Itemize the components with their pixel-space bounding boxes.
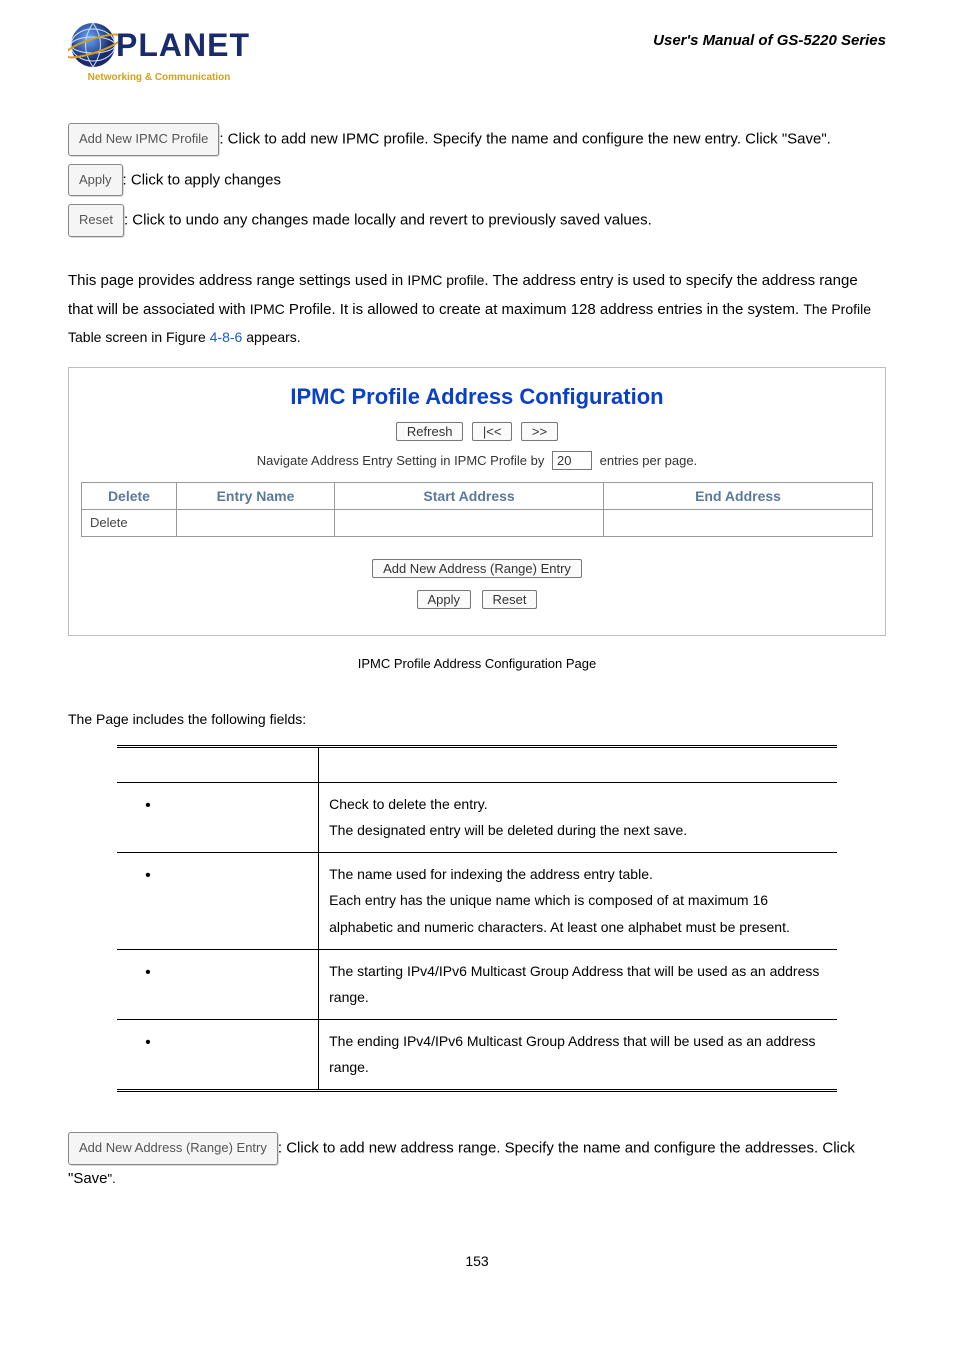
table-header-row: Delete Entry Name Start Address End Addr… — [82, 482, 873, 509]
figure-caption: IPMC Profile Address Configuration Page — [68, 656, 886, 671]
next-page-button[interactable]: >> — [521, 422, 558, 441]
first-page-button[interactable]: |<< — [472, 422, 513, 441]
intro-text: This page provides address range setting… — [68, 272, 407, 289]
bullet-icon — [145, 1034, 169, 1050]
brand-tagline: Networking & Communication — [88, 72, 231, 83]
panel-title: IPMC Profile Address Configuration — [81, 384, 873, 410]
panel-reset-button[interactable]: Reset — [482, 590, 538, 609]
field-desc: The starting IPv4/IPv6 Multicast Group A… — [319, 949, 837, 1019]
col-entry-name: Entry Name — [176, 482, 334, 509]
intro-text: IPMC — [250, 301, 285, 317]
apply-button[interactable]: Apply — [68, 164, 123, 197]
field-row-end-address: The ending IPv4/IPv6 Multicast Group Add… — [117, 1019, 837, 1090]
field-desc: The ending IPv4/IPv6 Multicast Group Add… — [319, 1019, 837, 1090]
intro-text: appears. — [242, 329, 300, 345]
add-range-desc: ". — [108, 1171, 116, 1186]
field-row-entry-name: The name used for indexing the address e… — [117, 852, 837, 949]
address-table: Delete Entry Name Start Address End Addr… — [81, 482, 873, 537]
bottom-button-row: Add New Address (Range) Entry: Click to … — [68, 1132, 886, 1193]
manual-title: User's Manual of GS-5220 Series — [653, 32, 886, 49]
cell-delete[interactable]: Delete — [82, 509, 177, 536]
intro-text: IPMC profile — [407, 272, 484, 288]
add-ipmc-profile-button[interactable]: Add New IPMC Profile — [68, 123, 219, 156]
refresh-button[interactable]: Refresh — [396, 422, 464, 441]
reset-button[interactable]: Reset — [68, 204, 124, 237]
panel-controls: Refresh |<< >> — [81, 422, 873, 441]
add-ipmc-profile-desc: : Click to add new IPMC profile. Specify… — [219, 130, 831, 147]
nav-label: entries per page. — [600, 453, 698, 468]
bullet-icon — [145, 867, 169, 883]
panel-footer-buttons: Add New Address (Range) Entry Apply Rese… — [81, 553, 873, 615]
entries-per-page-input[interactable]: 20 — [552, 451, 592, 470]
top-buttons-section: Add New IPMC Profile: Click to add new I… — [68, 123, 886, 237]
document-page: PLANET Networking & Communication User's… — [0, 0, 954, 1350]
fields-header-row — [117, 746, 837, 782]
nav-label: Navigate Address Entry Setting in IPMC P… — [257, 453, 545, 468]
col-end-address: End Address — [604, 482, 873, 509]
add-address-range-button[interactable]: Add New Address (Range) Entry — [372, 559, 582, 578]
intro-text: Profile. It is allowed to create at maxi… — [285, 301, 804, 318]
col-start-address: Start Address — [335, 482, 604, 509]
cell-end-address[interactable] — [604, 509, 873, 536]
field-desc: The name used for indexing the address e… — [329, 861, 827, 888]
config-panel: IPMC Profile Address Configuration Refre… — [68, 367, 886, 636]
fields-table: Check to delete the entry. The designate… — [117, 745, 837, 1092]
brand-name: PLANET — [116, 29, 250, 61]
nav-row: Navigate Address Entry Setting in IPMC P… — [81, 451, 873, 470]
field-desc: Each entry has the unique name which is … — [329, 887, 827, 940]
page-header: PLANET Networking & Communication User's… — [68, 20, 886, 83]
intro-paragraph: This page provides address range setting… — [68, 267, 886, 353]
fields-intro: The Page includes the following fields: — [68, 711, 886, 727]
bullet-icon — [145, 797, 169, 813]
field-row-delete: Check to delete the entry. The designate… — [117, 782, 837, 852]
apply-desc: : Click to apply changes — [123, 171, 281, 188]
field-desc: Check to delete the entry. — [329, 791, 827, 818]
table-row: Delete — [82, 509, 873, 536]
page-number: 153 — [68, 1253, 886, 1269]
col-delete: Delete — [82, 482, 177, 509]
bullet-icon — [145, 964, 169, 980]
reset-desc: : Click to undo any changes made locally… — [124, 212, 652, 229]
field-row-start-address: The starting IPv4/IPv6 Multicast Group A… — [117, 949, 837, 1019]
add-address-range-button[interactable]: Add New Address (Range) Entry — [68, 1132, 278, 1165]
panel-apply-button[interactable]: Apply — [417, 590, 472, 609]
cell-start-address[interactable] — [335, 509, 604, 536]
logo: PLANET Networking & Communication — [68, 20, 250, 83]
planet-globe-icon — [68, 20, 118, 70]
figure-link: 4-8-6 — [210, 329, 243, 345]
cell-entry-name[interactable] — [176, 509, 334, 536]
field-desc: The designated entry will be deleted dur… — [329, 817, 827, 844]
